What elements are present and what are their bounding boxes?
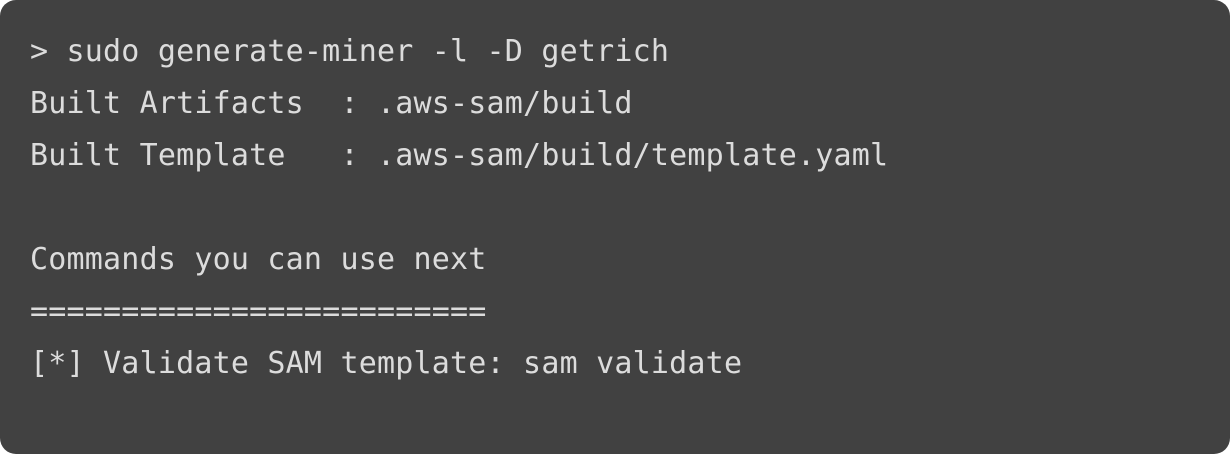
terminal-window: > sudo generate-miner -l -D getrich Buil… [0,0,1230,454]
output-line-commands-heading: Commands you can use next [30,242,487,277]
output-line-built-artifacts: Built Artifacts : .aws-sam/build [30,86,633,121]
output-line-built-template: Built Template : .aws-sam/build/template… [30,138,889,173]
output-line-validate-hint: [*] Validate SAM template: sam validate [30,346,743,381]
command-prompt-line: > sudo generate-miner -l -D getrich [30,34,670,69]
output-line-separator: ========================= [30,294,487,329]
